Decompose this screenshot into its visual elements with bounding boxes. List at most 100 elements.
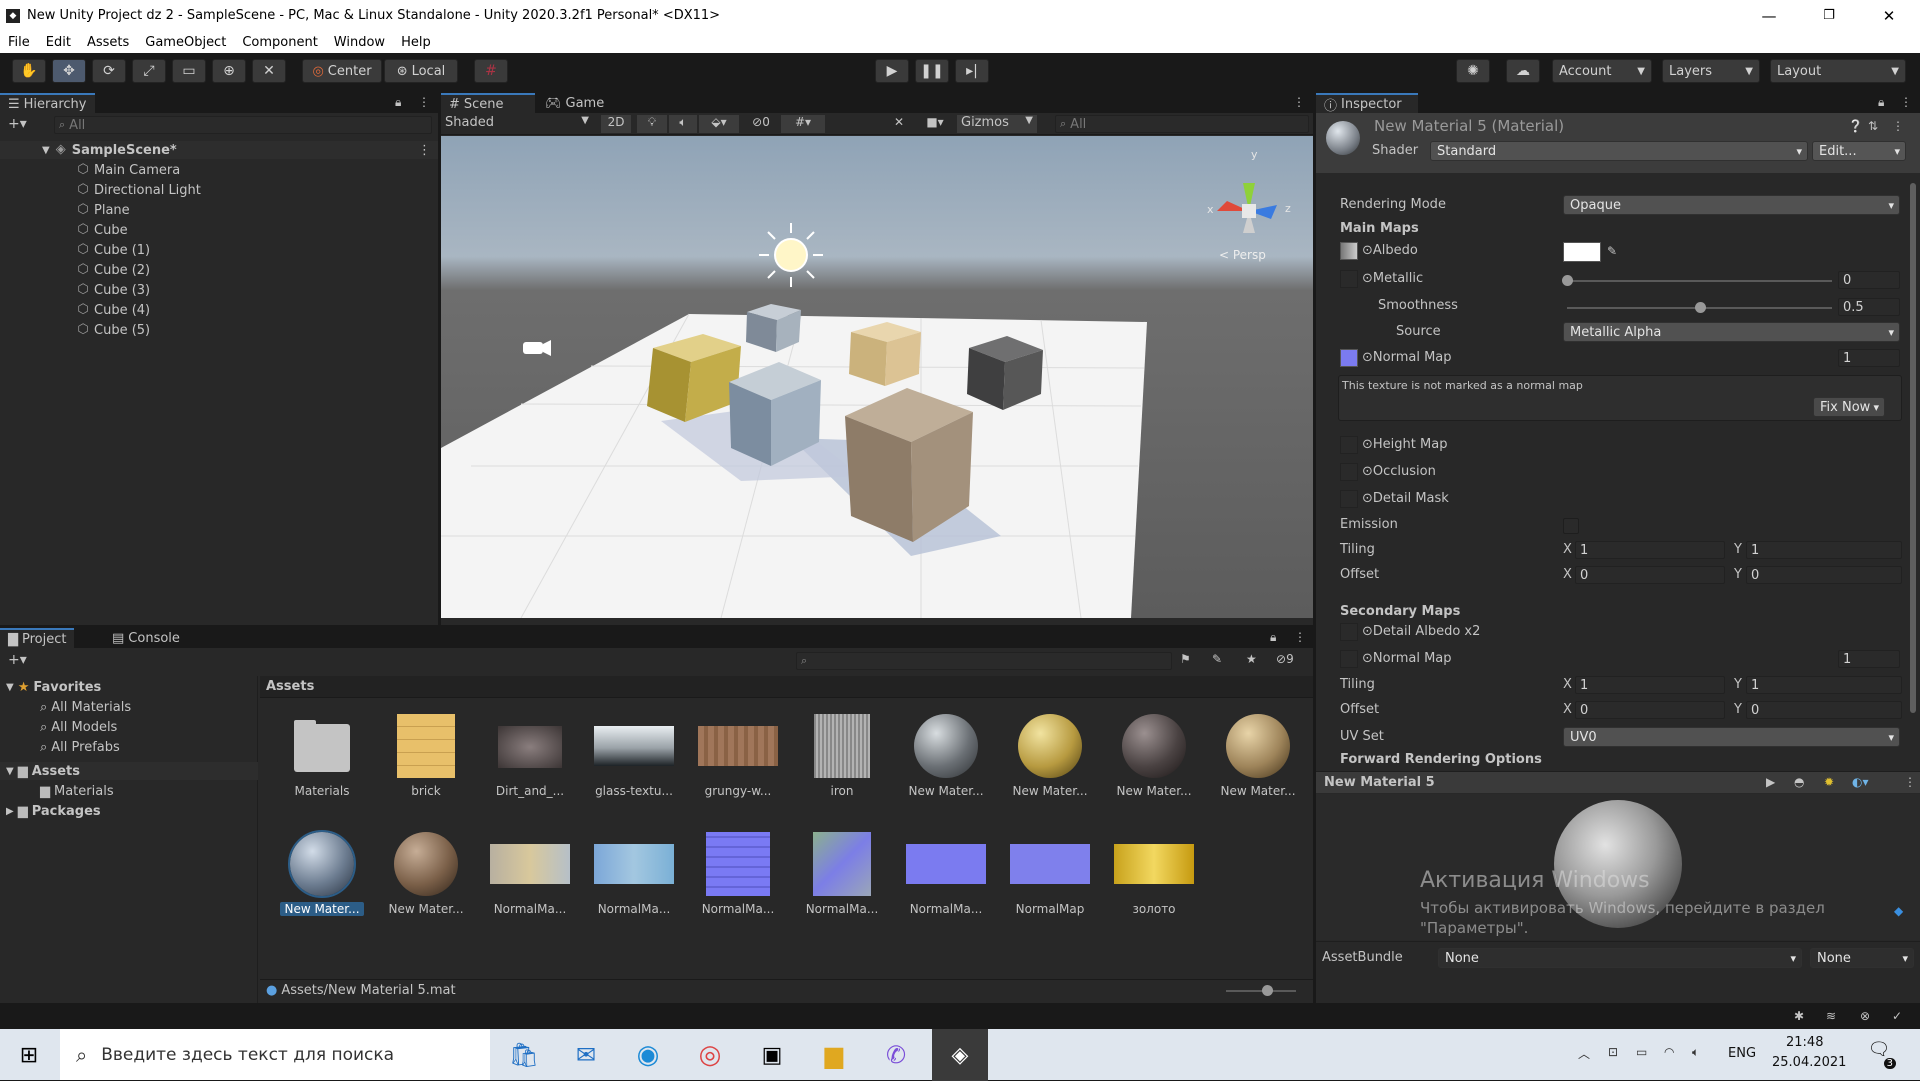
albedo-texture-slot[interactable] <box>1340 242 1358 260</box>
cloud-icon[interactable]: ☁ <box>1506 59 1540 83</box>
tab-inspector[interactable]: ⓘ Inspector <box>1316 93 1418 114</box>
clock-date[interactable]: 25.04.2021 <box>1772 1055 1846 1070</box>
asset-item[interactable]: New Mater... <box>1112 714 1196 798</box>
edit-shader-button[interactable]: Edit... <box>1812 141 1906 161</box>
chrome-icon[interactable]: ◎ <box>684 1029 736 1081</box>
asset-item[interactable]: New Mater... <box>280 830 364 916</box>
light-icon[interactable]: ✹ <box>1824 775 1834 789</box>
albedo-color-swatch[interactable] <box>1563 242 1601 262</box>
offset-x-field[interactable]: 0 <box>1575 566 1725 584</box>
toggle-2d-button[interactable]: 2D <box>601 115 631 133</box>
help-icon[interactable]: ❔ <box>1848 119 1863 133</box>
offset2-y-field[interactable]: 0 <box>1746 701 1902 719</box>
occlusion-texture-slot[interactable] <box>1340 463 1358 481</box>
asset-item[interactable]: NormalMap <box>1008 832 1092 916</box>
more-icon[interactable]: ⋮ <box>1904 775 1916 789</box>
zoom-slider[interactable] <box>1226 985 1296 996</box>
eyedropper-icon[interactable]: ✎ <box>1607 244 1617 258</box>
pivot-center-button[interactable]: ◎ Center <box>302 59 382 83</box>
layers-icon[interactable]: ≋ <box>1826 1009 1836 1023</box>
custom-tool-icon[interactable]: ✕ <box>252 59 286 83</box>
hierarchy-item[interactable]: ⬡ Cube <box>76 221 127 239</box>
gizmos-dropdown[interactable]: Gizmos ▼ <box>957 115 1037 133</box>
windows-start-icon[interactable]: ⊞ <box>0 1029 58 1081</box>
rendering-mode-dropdown[interactable]: Opaque <box>1563 195 1900 215</box>
scene-search-input[interactable]: ⌕ All <box>1055 115 1309 133</box>
hierarchy-item[interactable]: ⬡ Cube (4) <box>76 301 150 319</box>
menu-window[interactable]: Window <box>326 35 393 50</box>
asset-item[interactable]: NormalMa... <box>696 832 780 916</box>
asset-item[interactable]: NormalMa... <box>904 832 988 916</box>
taskbar-search[interactable]: ⌕ Введите здесь текст для поиска <box>60 1029 490 1080</box>
normal-map-texture-slot[interactable] <box>1340 349 1358 367</box>
bookmark-icon[interactable]: ◆ <box>1894 904 1903 918</box>
wifi-icon[interactable]: ◠ <box>1664 1045 1674 1059</box>
materials-folder[interactable]: ▆ Materials <box>40 782 114 800</box>
more-icon[interactable]: ⋮ <box>418 95 430 109</box>
tiling-y-field[interactable]: 1 <box>1746 541 1902 559</box>
filter-type-icon[interactable]: ⚑ <box>1180 652 1191 666</box>
hidden-packages-icon[interactable]: ⊘9 <box>1276 652 1294 666</box>
explorer-folder-icon[interactable]: ▆ <box>808 1029 860 1081</box>
hierarchy-search-input[interactable]: ⌕ All <box>54 116 432 134</box>
store-icon[interactable]: 🛍︎ <box>498 1029 550 1081</box>
preset-icon[interactable]: ⇅ <box>1868 119 1878 133</box>
layers-dropdown[interactable]: Layers ▼ <box>1662 59 1760 83</box>
tiling2-y-field[interactable]: 1 <box>1746 676 1902 694</box>
hierarchy-item[interactable]: ⬡ Plane <box>76 201 129 219</box>
play-icon[interactable]: ▶ <box>1766 775 1775 789</box>
hierarchy-item[interactable]: ⬡ Cube (1) <box>76 241 150 259</box>
uv-set-dropdown[interactable]: UV0 <box>1563 727 1900 747</box>
asset-item[interactable]: New Mater... <box>904 714 988 798</box>
asset-item[interactable]: New Mater... <box>384 832 468 916</box>
notifications-icon[interactable]: 🗨︎ 3 <box>1864 1039 1896 1069</box>
favorites-folder[interactable]: ▼ ★ Favorites <box>6 678 101 696</box>
clock-time[interactable]: 21:48 <box>1786 1035 1823 1050</box>
asset-item[interactable]: grungy-w... <box>696 714 780 798</box>
fav-item[interactable]: ⌕ All Prefabs <box>40 738 120 756</box>
tab-project[interactable]: ▇ Project <box>0 628 75 648</box>
language-indicator[interactable]: ENG <box>1728 1046 1756 1061</box>
hierarchy-item[interactable]: ⬡ Directional Light <box>76 181 201 199</box>
tiling2-x-field[interactable]: 1 <box>1575 676 1725 694</box>
normal-scale-field[interactable]: 1 <box>1838 349 1900 367</box>
effects-icon[interactable]: ⬙▾ <box>699 115 739 133</box>
fav-item[interactable]: ⌕ All Models <box>40 718 117 736</box>
audio-icon[interactable]: 🔈︎ <box>669 115 697 133</box>
asset-item[interactable]: New Mater... <box>1008 714 1092 798</box>
perspective-label[interactable]: < Persp <box>1219 248 1266 262</box>
tab-hierarchy[interactable]: ☰ Hierarchy <box>0 93 95 113</box>
lock-icon[interactable]: 🔒︎ <box>395 95 401 110</box>
detail-mask-texture-slot[interactable] <box>1340 490 1358 508</box>
menu-edit[interactable]: Edit <box>38 35 79 50</box>
scale-tool-icon[interactable]: ⤢ <box>132 59 166 83</box>
lock-icon[interactable]: 🔒︎ <box>1878 95 1884 110</box>
metallic-texture-slot[interactable] <box>1340 270 1358 288</box>
assetbundle-variant-dropdown[interactable]: None <box>1810 948 1914 968</box>
more-icon[interactable]: ⋮ <box>1294 630 1306 644</box>
account-dropdown[interactable]: Account ▼ <box>1552 59 1652 83</box>
orientation-gizmo[interactable] <box>1217 183 1277 233</box>
pivot-local-button[interactable]: ⊛ Local <box>384 59 458 83</box>
check-icon[interactable]: ✓ <box>1892 1009 1902 1023</box>
asset-item[interactable]: NormalMa... <box>800 832 884 916</box>
metallic-slider[interactable] <box>1562 275 1832 286</box>
camera-icon[interactable]: ■▾ <box>917 115 953 133</box>
smoothness-slider[interactable] <box>1567 302 1832 313</box>
step-button[interactable]: ▸| <box>955 59 989 83</box>
favorite-star-icon[interactable]: ★ <box>1246 652 1257 666</box>
mail-icon[interactable]: ✉ <box>560 1029 612 1081</box>
hand-tool-icon[interactable]: ✋ <box>12 59 46 83</box>
rect-tool-icon[interactable]: ▭ <box>172 59 206 83</box>
more-icon[interactable]: ⋮ <box>418 143 431 158</box>
hidden-objects-icon[interactable]: ⊘0 <box>745 115 777 133</box>
inspector-scrollbar[interactable] <box>1910 183 1916 713</box>
minimize-button[interactable]: — <box>1740 0 1798 31</box>
pause-button[interactable]: ❚❚ <box>915 59 949 83</box>
battery-icon[interactable]: ▭ <box>1636 1045 1647 1059</box>
offset2-x-field[interactable]: 0 <box>1575 701 1725 719</box>
services-icon[interactable]: ✺ <box>1456 59 1490 83</box>
transform-tool-icon[interactable]: ⊕ <box>212 59 246 83</box>
detail-albedo-texture-slot[interactable] <box>1340 623 1358 641</box>
asset-item[interactable]: Materials <box>280 714 364 798</box>
